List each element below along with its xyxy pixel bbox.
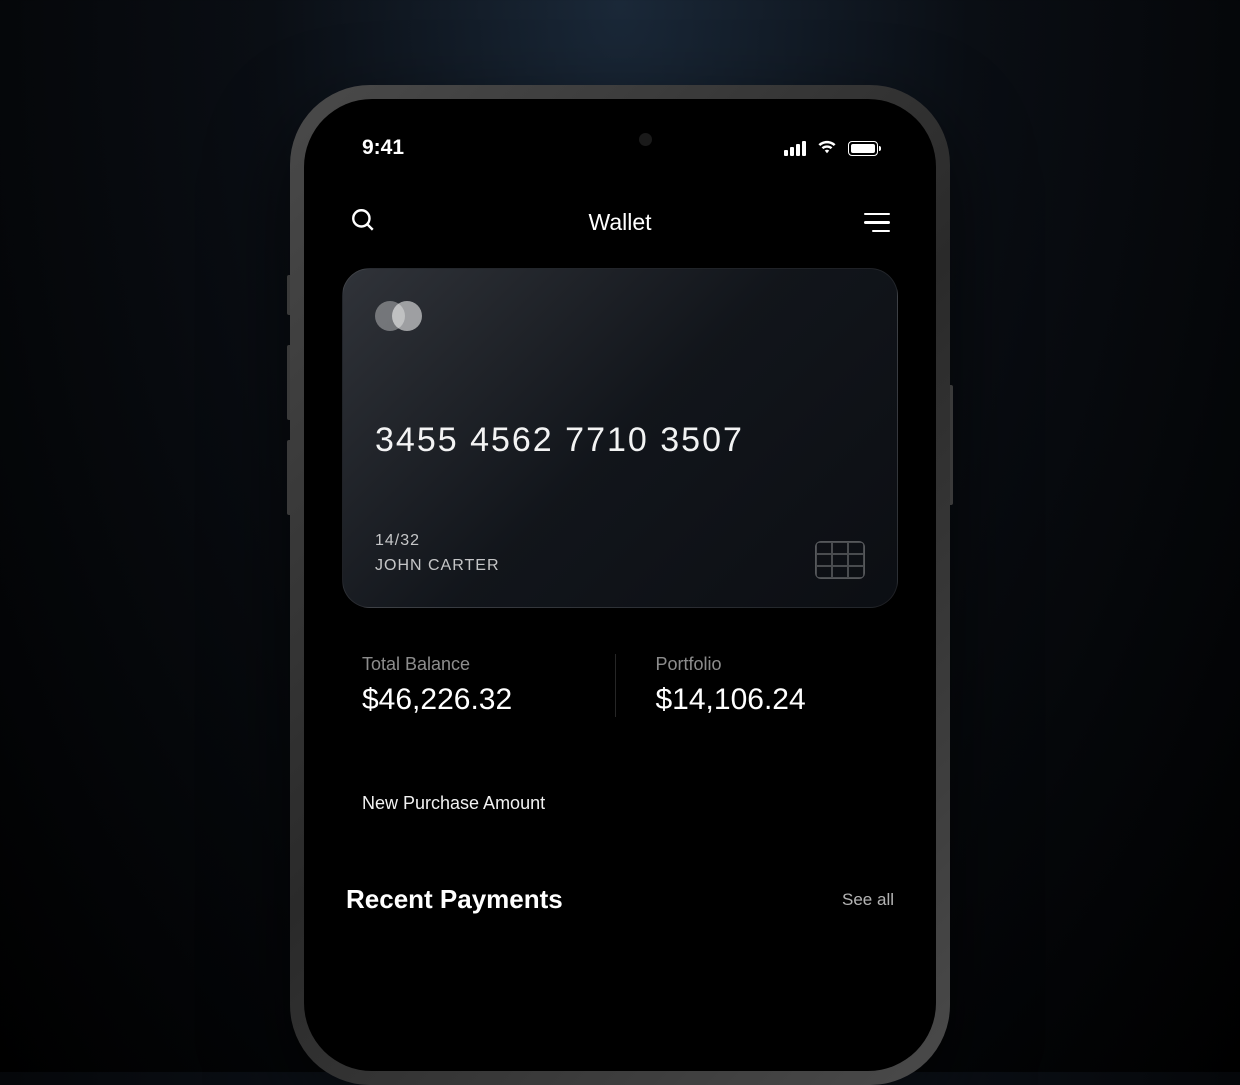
see-all-link[interactable]: See all xyxy=(842,890,894,910)
page-title: Wallet xyxy=(588,209,651,236)
card-details: 14/32 JOHN CARTER xyxy=(375,528,500,579)
portfolio-label: Portfolio xyxy=(656,654,879,675)
chip-icon xyxy=(815,541,865,579)
total-balance-label: Total Balance xyxy=(362,654,585,675)
phone-frame: 9:41 xyxy=(290,85,950,1085)
card-expiry: 14/32 xyxy=(375,528,500,554)
portfolio-balance[interactable]: Portfolio $14,106.24 xyxy=(616,654,879,717)
silence-switch xyxy=(287,275,290,315)
search-icon[interactable] xyxy=(350,207,376,238)
power-button xyxy=(950,385,953,505)
balance-row: Total Balance $46,226.32 Portfolio $14,1… xyxy=(342,648,898,723)
card-number: 3455 4562 7710 3507 xyxy=(375,421,865,460)
recent-payments-header: Recent Payments See all xyxy=(342,884,898,915)
status-icons xyxy=(784,137,878,160)
camera-dot xyxy=(639,133,652,146)
new-purchase-label[interactable]: New Purchase Amount xyxy=(342,793,898,814)
battery-icon xyxy=(848,141,878,156)
total-balance-value: $46,226.32 xyxy=(362,683,585,717)
total-balance[interactable]: Total Balance $46,226.32 xyxy=(362,654,616,717)
card-holder-name: JOHN CARTER xyxy=(375,553,500,579)
menu-icon[interactable] xyxy=(864,213,890,233)
cellular-signal-icon xyxy=(784,141,806,156)
status-time: 9:41 xyxy=(362,136,404,160)
mastercard-logo-icon xyxy=(375,301,865,331)
app-header: Wallet xyxy=(342,167,898,268)
volume-up-button xyxy=(287,345,290,420)
portfolio-value: $14,106.24 xyxy=(656,683,879,717)
recent-payments-title: Recent Payments xyxy=(346,884,563,915)
dynamic-island xyxy=(545,123,695,159)
wifi-icon xyxy=(816,137,838,160)
credit-card[interactable]: 3455 4562 7710 3507 14/32 JOHN CARTER xyxy=(342,268,898,608)
volume-down-button xyxy=(287,440,290,515)
phone-screen: 9:41 xyxy=(304,99,936,1071)
